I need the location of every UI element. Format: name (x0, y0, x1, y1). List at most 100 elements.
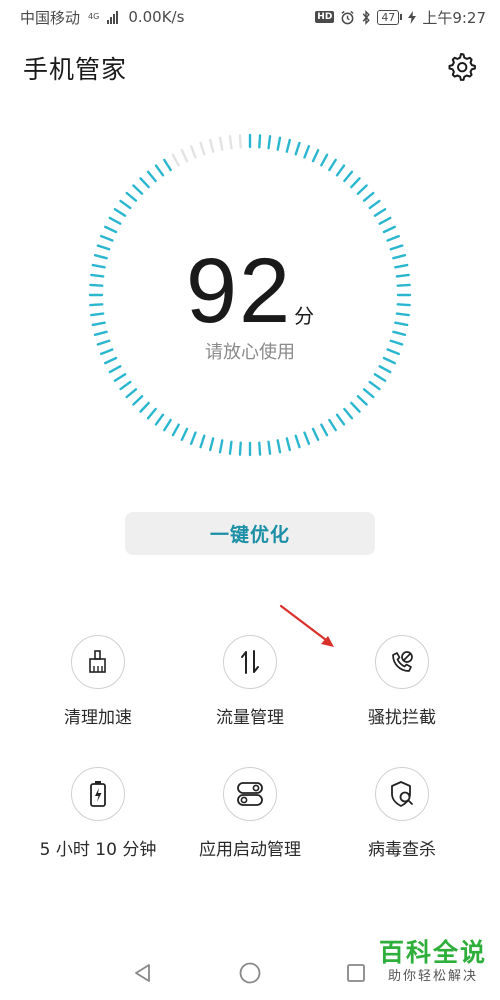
score-display: 92 分 (80, 245, 420, 337)
dial-tick-filled (163, 418, 172, 432)
back-triangle-icon (135, 964, 150, 982)
dial-tick-filled (382, 225, 396, 234)
nav-back-button[interactable] (128, 958, 158, 988)
broom-icon (89, 650, 106, 673)
dial-tick-filled (276, 136, 282, 151)
tool-icon-circle (223, 635, 277, 689)
status-bar: 中国移动 4G 0.00K/s HD 47 上午9:27 (0, 0, 500, 34)
data-transfer-icon (241, 650, 259, 674)
dial-tick-filled (113, 208, 127, 217)
network-speed: 0.00K/s (128, 8, 185, 26)
dial-tick-filled (139, 401, 150, 413)
tool-data-management[interactable]: 流量管理 (180, 635, 320, 728)
dial-tick-filled (350, 401, 361, 413)
recent-square-icon (347, 964, 365, 982)
score-value: 92 (185, 240, 293, 342)
toggle-switches-icon (237, 782, 263, 806)
dial-tick-filled (119, 380, 132, 391)
dial-tick-filled (320, 423, 329, 437)
charging-bolt-icon (408, 10, 417, 24)
dial-tick-empty (228, 135, 233, 150)
dial-tick-empty (199, 141, 206, 156)
dial-tick-filled (368, 380, 381, 391)
tool-virus-scan[interactable]: 病毒查杀 (332, 767, 472, 860)
dial-tick-filled (132, 184, 144, 195)
dial-tick-filled (328, 418, 337, 432)
tool-clean-speedup[interactable]: 清理加速 (28, 635, 168, 728)
watermark-title: 百科全说 (378, 938, 487, 967)
dial-tick-filled (311, 427, 320, 441)
watermark-subtitle: 助你轻松解决 (387, 969, 478, 984)
dial-tick-filled (258, 441, 262, 456)
tool-battery[interactable]: 5 小时 10 分钟 (28, 767, 168, 860)
dial-tick-filled (343, 407, 354, 420)
call-block-icon (392, 651, 413, 672)
dial-tick-filled (146, 407, 157, 420)
dial-tick-filled (171, 423, 180, 437)
dial-tick-empty (238, 134, 242, 149)
dial-tick-filled (125, 191, 138, 202)
dial-tick-filled (228, 440, 233, 455)
tool-label: 清理加速 (64, 708, 132, 728)
dial-tick-filled (267, 135, 272, 150)
tool-icon-circle (71, 767, 125, 821)
nav-recent-button[interactable] (341, 958, 371, 988)
tool-app-launch[interactable]: 应用启动管理 (180, 767, 320, 860)
score-caption: 请放心使用 (205, 342, 295, 363)
network-gen: 4G (88, 12, 100, 21)
score-unit: 分 (294, 304, 315, 328)
tool-harassment-block[interactable]: 骚扰拦截 (332, 635, 472, 728)
tool-icon-circle (375, 635, 429, 689)
dial-tick-filled (362, 388, 375, 399)
dial-tick-filled (362, 191, 375, 202)
tool-label: 病毒查杀 (368, 840, 436, 860)
dial-tick-filled (125, 388, 138, 399)
tool-icon-circle (223, 767, 277, 821)
dial-tick-filled (238, 441, 242, 456)
dial-tick-filled (386, 234, 400, 242)
gear-icon (448, 53, 476, 81)
dial-tick-filled (311, 149, 320, 163)
dial-tick-filled (335, 413, 346, 426)
dial-tick-filled (343, 170, 354, 183)
dial-tick-filled (335, 164, 346, 177)
nav-home-button[interactable] (235, 958, 265, 988)
dial-tick-filled (163, 158, 172, 172)
dial-tick-filled (100, 234, 114, 242)
dial-tick-filled (368, 199, 381, 210)
dial-tick-filled (146, 170, 157, 183)
home-circle-icon (239, 962, 261, 984)
dial-tick-filled (199, 434, 206, 449)
clock-time: 上午9:27 (422, 8, 486, 27)
dial-tick-filled (154, 164, 165, 177)
dial-tick-filled (303, 145, 311, 159)
dial-tick-filled (378, 365, 392, 374)
alarm-icon (341, 10, 354, 24)
dial-tick-filled (356, 395, 368, 406)
dial-tick-empty (209, 138, 215, 153)
dial-tick-filled (373, 208, 387, 217)
tool-label: 应用启动管理 (199, 840, 301, 860)
status-right: HD 47 上午9:27 (315, 7, 486, 28)
dial-tick-filled (108, 365, 122, 374)
dial-tick-filled (356, 184, 368, 195)
dial-tick-filled (139, 177, 150, 189)
dial-tick-filled (378, 216, 392, 225)
tool-icon-circle (71, 635, 125, 689)
hd-badge: HD (315, 11, 335, 23)
dial-tick-empty (218, 136, 224, 151)
settings-button[interactable] (442, 47, 480, 85)
dial-tick-filled (294, 141, 301, 156)
optimize-button[interactable]: 一键优化 (125, 512, 375, 555)
shield-search-icon (391, 781, 413, 807)
status-left: 中国移动 4G 0.00K/s (20, 7, 184, 28)
dial-tick-filled (104, 225, 118, 234)
carrier-name: 中国移动 (20, 8, 81, 27)
dial-tick-empty (180, 149, 189, 163)
dial-tick-filled (303, 431, 311, 445)
dial-tick-empty (189, 145, 197, 159)
dial-tick-filled (113, 373, 127, 382)
dial-tick-empty (171, 153, 180, 167)
tool-label: 5 小时 10 分钟 (39, 840, 157, 860)
dial-tick-filled (285, 437, 291, 452)
